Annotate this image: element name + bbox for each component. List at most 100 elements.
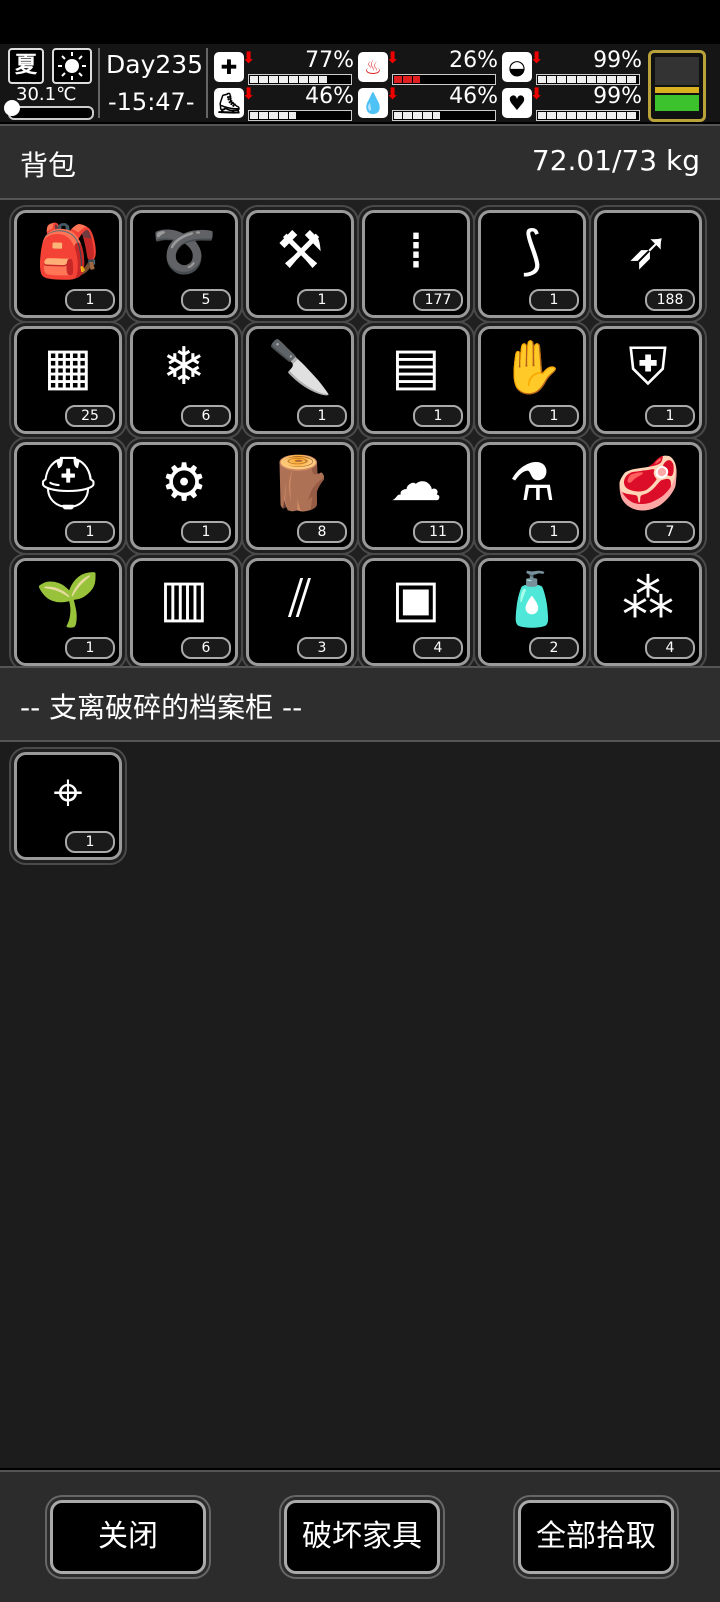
battery-icon <box>648 50 706 122</box>
item-count-badge: 1 <box>181 521 231 543</box>
item-slot[interactable]: ⚒ 1 <box>246 210 354 318</box>
logs-icon: 🪵 <box>267 454 333 514</box>
minigun-icon: ⚙ <box>160 453 208 513</box>
body-armor-icon: ⛨ <box>628 337 668 397</box>
item-slot[interactable]: 🧴 2 <box>478 558 586 666</box>
item-slot[interactable]: 🎒 1 <box>14 210 122 318</box>
item-count-badge: 5 <box>181 289 231 311</box>
test-tube-icon: ⚗ <box>508 453 556 513</box>
stat-bar <box>392 110 496 121</box>
arrow-icon: ➶ <box>626 221 670 281</box>
item-slot[interactable]: ⚗ 1 <box>478 442 586 550</box>
item-slot[interactable]: ▥ 6 <box>130 558 238 666</box>
item-count-badge: 1 <box>65 637 115 659</box>
close-button[interactable]: 关闭 <box>50 1500 206 1574</box>
item-count-badge: 1 <box>413 405 463 427</box>
cloth-icon: ☁ <box>390 453 442 513</box>
item-slot[interactable]: ⁂ 4 <box>594 558 702 666</box>
container-grid: ⌖ 1 <box>0 742 720 1468</box>
backpack-title: 背包 <box>20 149 77 182</box>
trend-down-icon: ⬇ <box>530 48 544 67</box>
item-count-badge: 2 <box>529 637 579 659</box>
item-count-badge: 6 <box>181 405 231 427</box>
item-count-badge: 1 <box>529 405 579 427</box>
item-slot[interactable]: ⛑ 1 <box>14 442 122 550</box>
stat-bar <box>536 110 640 121</box>
item-slot[interactable]: ☁ 11 <box>362 442 470 550</box>
trend-down-icon: ⬇ <box>530 84 544 103</box>
item-slot[interactable]: ▦ 25 <box>14 326 122 434</box>
thermometer-icon <box>4 100 20 116</box>
divider <box>98 48 100 118</box>
meat-icon: 🥩 <box>615 454 681 514</box>
ice-icon: ❄ <box>162 337 206 397</box>
item-count-badge: 11 <box>413 521 463 543</box>
backpack-weight: 72.01/73 kg <box>531 144 700 177</box>
water-drop-icon: 💧 <box>358 88 388 118</box>
stat-value: 77% <box>305 48 354 73</box>
item-count-badge: 1 <box>297 405 347 427</box>
item-count-badge: 1 <box>529 289 579 311</box>
stat-stamina: ⛸ ⬇ 46% <box>214 84 354 122</box>
item-count-badge: 1 <box>65 831 115 853</box>
item-slot[interactable]: 🥩 7 <box>594 442 702 550</box>
shovel-icon: ⚒ <box>276 221 324 281</box>
item-slot[interactable]: ⛨ 1 <box>594 326 702 434</box>
item-slot[interactable]: ➰ 5 <box>130 210 238 318</box>
item-slot[interactable]: ✋ 1 <box>478 326 586 434</box>
item-count-badge: 4 <box>413 637 463 659</box>
item-slot[interactable]: ⌖ 1 <box>14 752 122 860</box>
item-count-badge: 6 <box>181 637 231 659</box>
item-count-badge: 188 <box>645 289 695 311</box>
stat-value: 46% <box>449 84 498 109</box>
item-slot[interactable]: ▣ 4 <box>362 558 470 666</box>
item-slot[interactable]: ⫽ 3 <box>246 558 354 666</box>
status-hud: 夏 30.1℃ Day235 -15:47- ✚ ⬇ 77% ♨ ⬇ 26% ◒ ⬇ 99% ⛸ ⬇… <box>0 44 720 122</box>
season-badge: 夏 <box>8 48 44 84</box>
divider <box>206 48 208 118</box>
stat-bar <box>248 110 352 121</box>
heart-icon: ♥ <box>502 88 532 118</box>
backpack-header: 背包 72.01/73 kg <box>0 124 720 200</box>
stat-mood: ♥ ⬇ 99% <box>502 84 642 122</box>
item-slot[interactable]: ⁞ 177 <box>362 210 470 318</box>
container-header: -- 支离破碎的档案柜 -- <box>0 666 720 742</box>
take-all-button[interactable]: 全部拾取 <box>518 1500 674 1574</box>
game-clock: -15:47- <box>108 88 195 116</box>
temperature-label: 30.1℃ <box>16 84 77 105</box>
sun-icon <box>52 48 92 84</box>
stat-value: 99% <box>593 48 642 73</box>
trend-down-icon: ⬇ <box>386 84 400 103</box>
wood-blocks-icon: ▥ <box>159 569 209 629</box>
item-slot[interactable]: ⚙ 1 <box>130 442 238 550</box>
stat-thirst: 💧 ⬇ 46% <box>358 84 498 122</box>
container-title: -- 支离破碎的档案柜 -- <box>20 691 303 724</box>
armor-plate-icon: ▤ <box>391 337 441 397</box>
item-slot[interactable]: 🪵 8 <box>246 442 354 550</box>
item-slot[interactable]: ⟆ 1 <box>478 210 586 318</box>
rubble-icon: ⁂ <box>622 569 674 629</box>
item-count-badge: 177 <box>413 289 463 311</box>
destroy-furniture-button[interactable]: 破坏家具 <box>284 1500 440 1574</box>
thermometer-bar <box>8 106 94 120</box>
bullets-icon: ⁞ <box>407 221 425 281</box>
knife-icon: 🔪 <box>267 338 333 398</box>
backpack-icon: 🎒 <box>35 222 101 282</box>
backpack-grid: 🎒 1 ➰ 5 ⚒ 1 ⁞ 177 ⟆ 1 ➶ 188 ▦ 25 ❄ 6 🔪 1 ▤ 1 ✋ 1 ⛨ 1 ⛑ 1 ⚙ 1 🪵 8 ☁ 11 ⚗ 1… <box>0 200 720 666</box>
item-count-badge: 1 <box>65 289 115 311</box>
planks-icon: ⫽ <box>288 569 312 629</box>
item-count-badge: 1 <box>529 521 579 543</box>
stomach-icon: ♨ <box>358 52 388 82</box>
item-count-badge: 1 <box>65 521 115 543</box>
helmet-icon: ⛑ <box>34 454 101 514</box>
sniper-rifle-icon: ⌖ <box>53 763 83 823</box>
stat-health: ✚ ⬇ 77% <box>214 48 354 86</box>
item-slot[interactable]: ▤ 1 <box>362 326 470 434</box>
stat-value: 99% <box>593 84 642 109</box>
item-slot[interactable]: 🌱 1 <box>14 558 122 666</box>
sprout-soil-icon: 🌱 <box>35 570 101 630</box>
item-slot[interactable]: 🔪 1 <box>246 326 354 434</box>
item-slot[interactable]: ➶ 188 <box>594 210 702 318</box>
gloves-icon: ✋ <box>499 338 565 398</box>
item-slot[interactable]: ❄ 6 <box>130 326 238 434</box>
